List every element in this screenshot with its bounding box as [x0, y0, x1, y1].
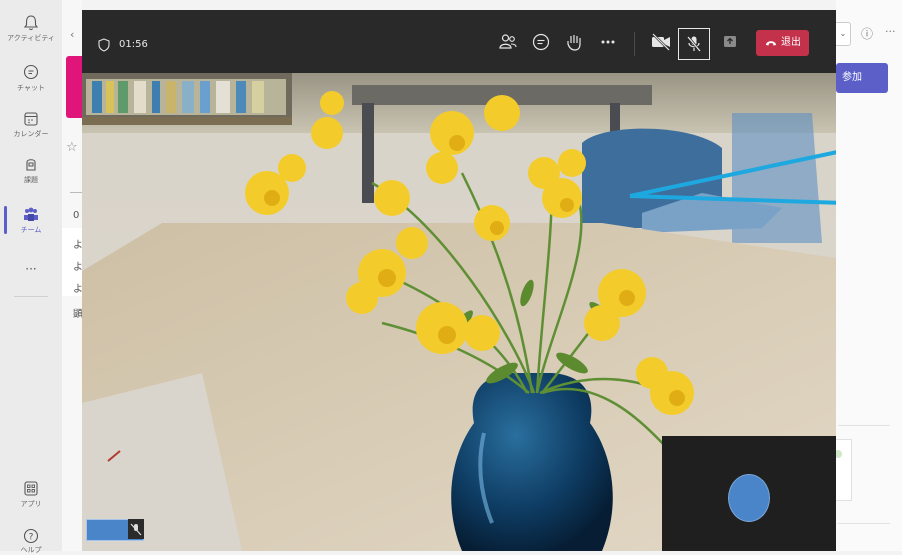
chat-icon[interactable]	[531, 32, 551, 52]
teams-icon	[24, 207, 38, 221]
rail-label-apps: アプリ	[20, 500, 42, 508]
avatar	[728, 474, 770, 522]
leave-button[interactable]: 退出	[756, 30, 809, 56]
channel-divider	[70, 192, 82, 193]
camera-off-icon[interactable]	[650, 32, 672, 52]
meeting-timer: 01:56	[119, 39, 148, 50]
rail-more-button[interactable]: ···	[0, 262, 62, 276]
rail-label-assignments: 課題	[24, 176, 38, 184]
more-icon[interactable]	[598, 32, 618, 52]
app-rail: アクティビティ チャット カレンダー 課題 チーム ··· アプリ ? ヘルプ	[0, 0, 63, 554]
more-options-icon[interactable]: ···	[885, 25, 896, 38]
team-avatar	[66, 56, 82, 118]
back-chevron-icon[interactable]: ‹	[70, 28, 74, 41]
bell-icon	[23, 15, 39, 31]
chat-icon	[23, 64, 39, 80]
divider	[838, 523, 890, 524]
leave-label: 退出	[781, 37, 801, 48]
rail-label-help: ヘルプ	[20, 546, 42, 554]
divider	[838, 425, 890, 426]
rail-label-teams: チーム	[20, 226, 42, 234]
rail-item-teams[interactable]: チーム	[0, 206, 62, 235]
self-view-tile	[662, 436, 836, 551]
rail-item-chat[interactable]: チャット	[0, 64, 62, 93]
dropdown-chevron-icon[interactable]: ⌄	[836, 22, 851, 46]
rail-item-assignments[interactable]: 課題	[0, 156, 62, 185]
message-card	[836, 439, 852, 501]
participant-mic-badge	[128, 519, 144, 539]
rail-item-activity[interactable]: アクティビティ	[0, 14, 62, 43]
share-icon[interactable]	[722, 32, 738, 52]
mic-toggle-button[interactable]	[678, 28, 710, 60]
rail-label-activity: アクティビティ	[7, 34, 55, 42]
info-icon[interactable]: ⓘ	[861, 25, 873, 42]
calendar-icon	[24, 112, 38, 126]
rail-item-apps[interactable]: アプリ	[0, 480, 62, 509]
rail-label-calendar: カレンダー	[13, 130, 49, 138]
participants-icon[interactable]	[498, 32, 518, 52]
assignments-icon	[26, 159, 36, 171]
help-icon: ?	[23, 528, 39, 544]
rail-divider	[14, 296, 48, 297]
mic-off-icon	[687, 36, 701, 52]
window-top-strip	[82, 0, 836, 10]
meeting-window: 01:56 退出	[82, 10, 836, 551]
join-button[interactable]: 参加	[836, 63, 888, 93]
star-icon[interactable]: ☆	[66, 140, 78, 155]
apps-icon	[24, 481, 38, 496]
rail-label-chat: チャット	[17, 84, 45, 92]
reactions-icon[interactable]	[565, 32, 585, 52]
hangup-icon	[766, 41, 776, 46]
meeting-control-bar: 01:56 退出	[82, 10, 836, 73]
mic-off-icon	[130, 523, 142, 536]
toolbar-divider	[634, 32, 635, 56]
shield-icon	[98, 38, 110, 52]
rail-item-calendar[interactable]: カレンダー	[0, 110, 62, 139]
svg-text:?: ?	[29, 533, 34, 543]
channel-item[interactable]: 0	[73, 210, 79, 221]
